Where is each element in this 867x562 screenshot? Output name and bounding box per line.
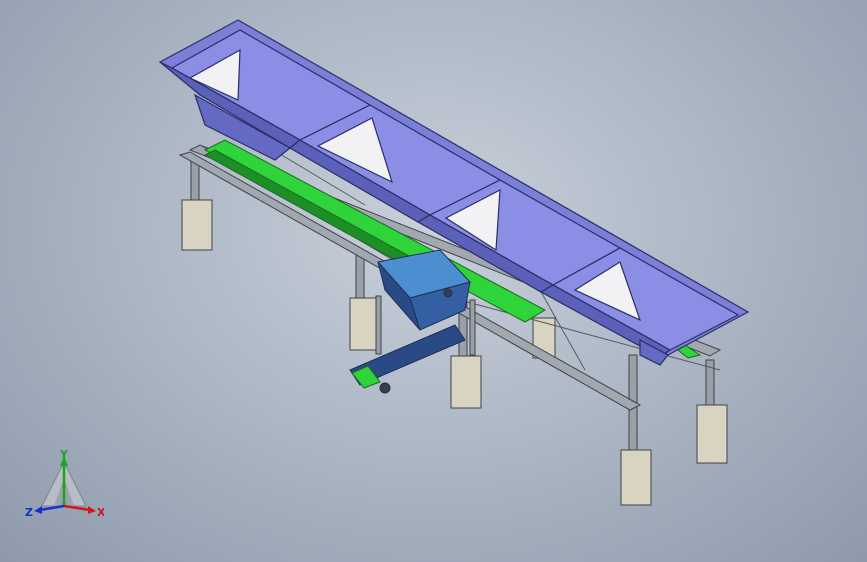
- discharge-leg-right: [469, 299, 476, 356]
- footing-left: [181, 199, 213, 251]
- 3d-viewport[interactable]: Y X Z: [0, 0, 867, 562]
- leg-mid-left: [355, 254, 365, 301]
- discharge-leg-left: [375, 295, 382, 355]
- y-axis-label: Y: [59, 448, 69, 461]
- discharge-motor: [443, 288, 453, 298]
- x-axis-label: X: [97, 506, 104, 519]
- x-arrowhead: [88, 506, 96, 514]
- footing-mid-left: [349, 297, 377, 351]
- x-axis-arrow: [63, 504, 91, 512]
- footing-right-back: [696, 404, 728, 464]
- footing-right-front: [620, 449, 652, 506]
- batching-plant-model[interactable]: [0, 0, 867, 562]
- z-arrowhead: [34, 506, 42, 514]
- footing-center: [450, 355, 482, 409]
- z-axis-label: Z: [25, 506, 33, 519]
- motor-drive: [379, 382, 391, 394]
- orientation-triad[interactable]: Y X Z: [24, 448, 104, 524]
- z-axis-arrow: [39, 504, 65, 512]
